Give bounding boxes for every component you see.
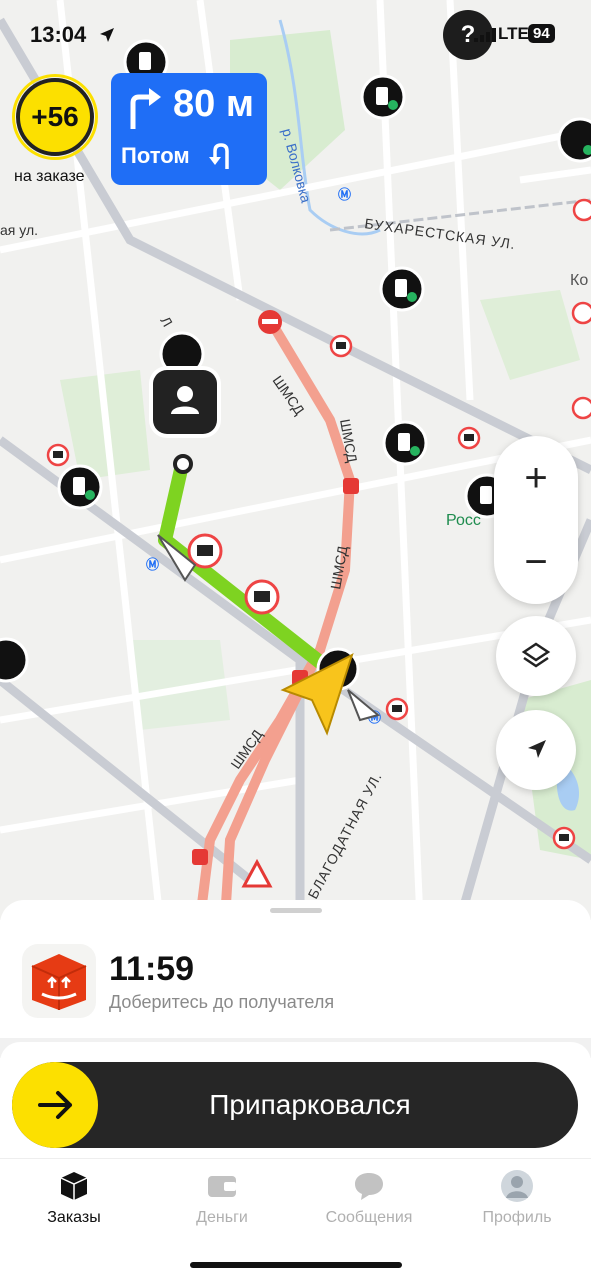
location-arrow-icon [528,740,546,758]
section-divider [0,1038,591,1062]
tab-orders[interactable]: Заказы [14,1169,134,1227]
home-indicator [190,1262,402,1268]
street-label: БУХАРЕСТСКАЯ УЛ. [364,215,517,252]
tab-profile-label: Профиль [482,1209,552,1226]
zoom-in-button[interactable]: + [494,436,578,520]
bonus-label: на заказе [14,168,85,185]
status-time: 13:04 [30,22,87,47]
maneuver-arrow-icon [347,689,381,722]
order-sheet: 11:59 Доберитесь до получателя Припарков… [0,900,591,1280]
arrow-right-icon [38,1091,72,1119]
tab-profile[interactable]: Профиль [457,1169,577,1227]
street-label: Л [157,314,175,330]
tab-messages-label: Сообщения [325,1209,413,1226]
no-entry-icon [258,310,282,334]
tab-bar: Заказы Деньги Сообщения Профиль [0,1158,591,1249]
turn-right-icon [130,88,161,129]
tab-messages[interactable]: Сообщения [309,1169,429,1227]
cube-icon [60,1172,88,1200]
location-services-icon [100,28,114,42]
tab-money-label: Деньги [196,1209,248,1226]
recipient-pin[interactable] [153,370,217,434]
zoom-out-button[interactable]: − [494,520,578,604]
zoom-control: + − [494,436,578,604]
eta-time: 11:59 [109,950,195,988]
battery-level: 94 [528,24,555,43]
wallet-icon [208,1176,236,1197]
next-maneuver-label: Потом [121,143,190,168]
tab-orders-label: Заказы [47,1209,101,1226]
layers-icon [521,642,551,668]
sheet-grabber[interactable] [270,908,322,913]
maneuver-distance: 80 м [173,83,254,125]
signal-icon [474,28,496,42]
network-type: LTE [498,24,529,43]
chat-icon [355,1173,383,1200]
status-bar: 13:04 ? LTE 94 [0,10,591,60]
layers-button[interactable] [496,616,576,696]
maneuver-card: 80 м Потом [111,73,267,185]
street-label: БЛАГОДАТНАЯ УЛ. [305,769,385,901]
u-turn-icon [209,143,229,169]
order-status-text: Доберитесь до получателя [109,992,335,1012]
profile-avatar [501,1170,533,1202]
person-icon [171,386,199,414]
slide-knob[interactable] [12,1062,98,1148]
parcel-icon [22,944,96,1018]
tab-money[interactable]: Деньги [162,1169,282,1227]
my-location-button[interactable] [496,710,576,790]
bonus-badge[interactable]: +56 [16,78,94,156]
district-label: Ко [570,272,588,289]
street-label: ая ул. [0,222,38,238]
metro-icon: Ⓜ [146,557,159,572]
parked-slide-button[interactable]: Припарковался [12,1062,578,1148]
metro-icon: Ⓜ [338,187,351,202]
